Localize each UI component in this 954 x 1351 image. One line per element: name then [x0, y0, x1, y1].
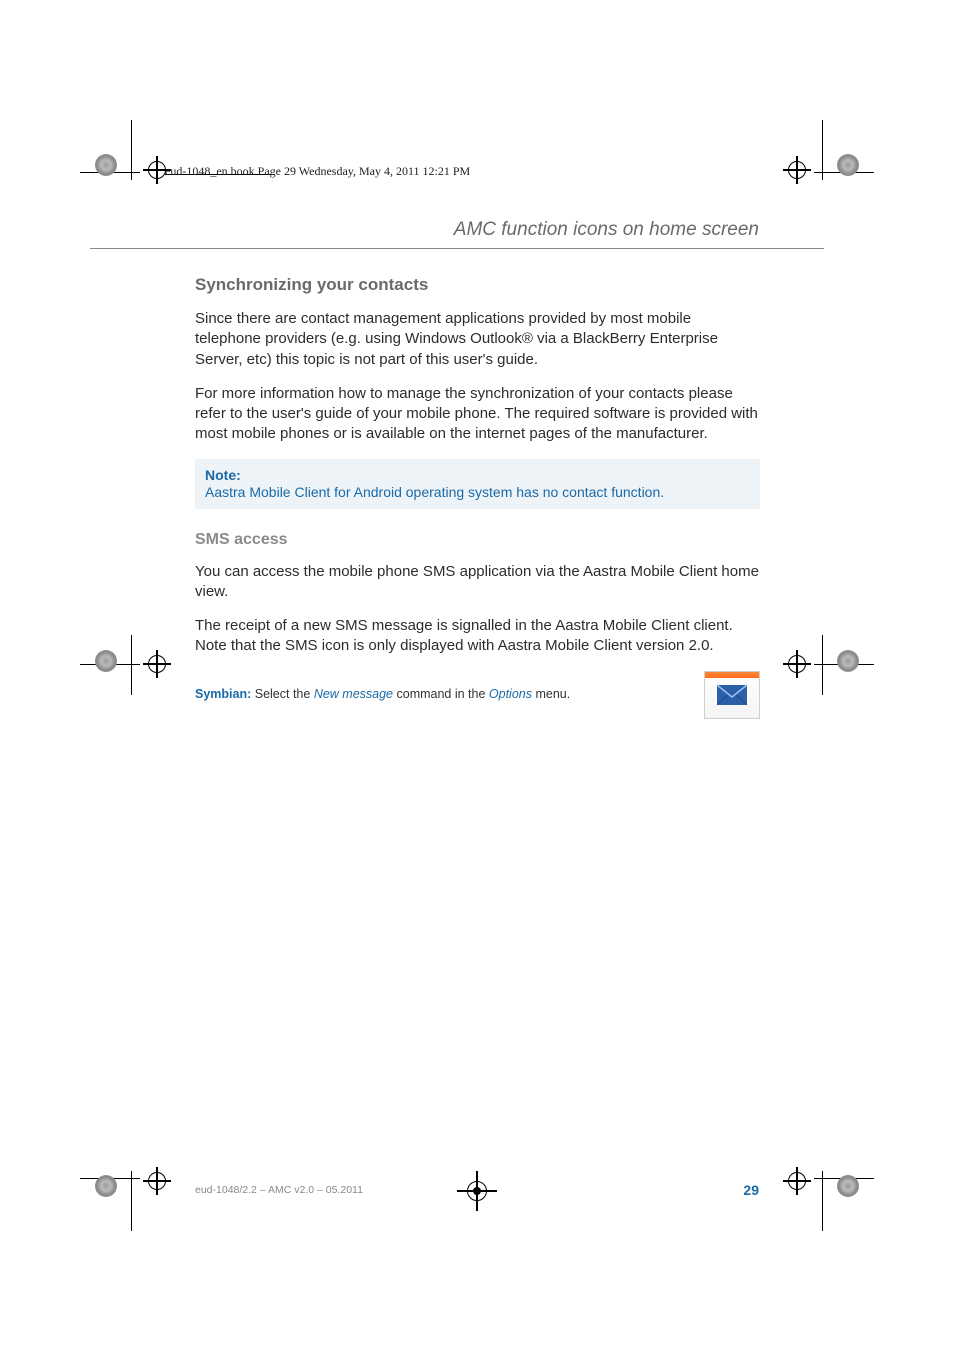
instruction-row: Symbian: Select the New message command … [195, 687, 760, 739]
heading-sync-contacts: Synchronizing your contacts [195, 275, 760, 295]
instruction-part: command in the [393, 687, 489, 701]
note-body: Aastra Mobile Client for Android operati… [205, 484, 750, 500]
paragraph: Since there are contact management appli… [195, 309, 760, 370]
instruction-text: Symbian: Select the New message command … [195, 687, 635, 701]
paragraph: The receipt of a new SMS message is sign… [195, 616, 760, 657]
platform-label: Symbian: [195, 687, 251, 701]
running-head-rule [90, 248, 824, 249]
note-box: Note: Aastra Mobile Client for Android o… [195, 459, 760, 509]
print-header-stamp: eud-1048_en.book Page 29 Wednesday, May … [165, 164, 470, 179]
instruction-part: menu. [532, 687, 570, 701]
instruction-part: Select the [251, 687, 314, 701]
note-title: Note: [205, 467, 750, 483]
paragraph: You can access the mobile phone SMS appl… [195, 562, 760, 603]
paragraph: For more information how to manage the s… [195, 384, 760, 445]
heading-sms-access: SMS access [195, 531, 760, 549]
footer-doc-id: eud-1048/2.2 – AMC v2.0 – 05.2011 [195, 1184, 363, 1196]
command-name: New message [314, 687, 393, 701]
page-number: 29 [743, 1182, 759, 1198]
mail-icon [704, 671, 760, 719]
menu-name: Options [489, 687, 532, 701]
running-head: AMC function icons on home screen [454, 219, 759, 241]
page-content: Synchronizing your contacts Since there … [195, 275, 760, 739]
